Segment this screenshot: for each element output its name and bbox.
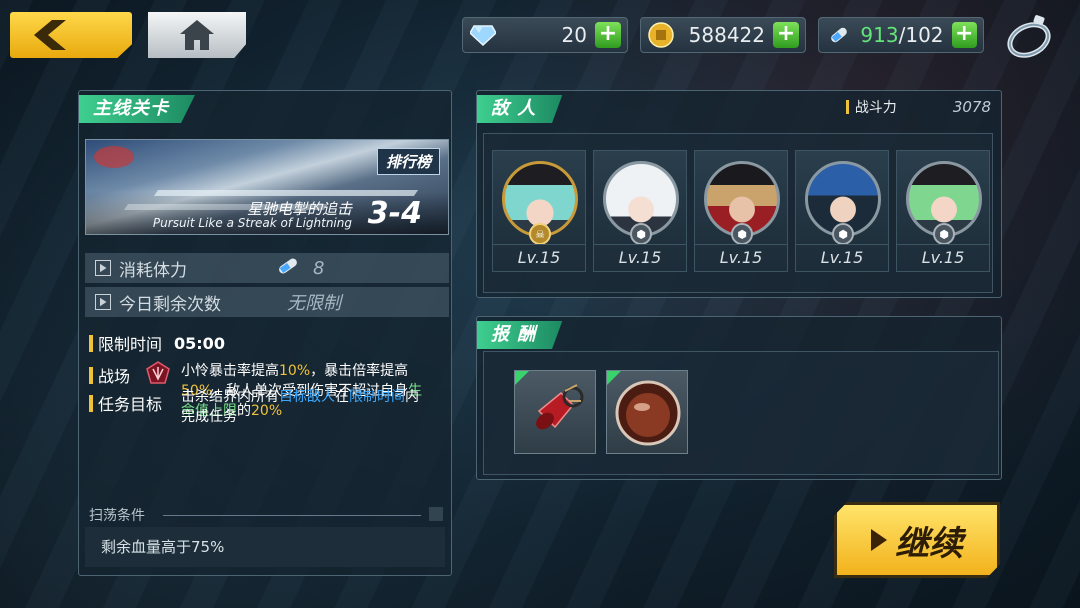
stage-panel-title: 主线关卡 (79, 95, 195, 123)
enemy-level: Lv.15 (921, 248, 965, 267)
battlefield-row: 战场 (89, 361, 170, 389)
leaderboard-button[interactable]: 排行榜 (376, 148, 440, 175)
enemy-card[interactable]: ⬢ Lv.15 (593, 150, 687, 272)
battlefield-emblem-icon (146, 361, 170, 389)
ring-menu-button[interactable] (1004, 12, 1054, 60)
enemy-card[interactable]: ⬢ Lv.15 (795, 150, 889, 272)
stage-name-en: Pursuit Like a Streak of Lightning (152, 216, 352, 230)
boss-skull-icon: ☠ (529, 223, 551, 245)
remaining-attempts-row: 今日剩余次数 无限制 (85, 287, 449, 317)
continue-button[interactable]: 继续 (834, 502, 1000, 578)
home-button[interactable] (148, 12, 246, 58)
orb-item-icon (615, 380, 681, 446)
stage-info-panel: 主线关卡 排行榜 星驰电掣的追击 Pursuit Like a Streak o… (78, 90, 452, 576)
enemy-level: Lv.15 (618, 248, 662, 267)
reward-item[interactable] (514, 370, 596, 454)
time-limit-value: 05:00 (174, 333, 225, 353)
sweep-condition-label: 扫荡条件 (89, 508, 145, 524)
coin-icon (647, 21, 675, 49)
rank-badge-icon: ⬢ (832, 223, 854, 245)
continue-label: 继续 (895, 523, 963, 564)
home-icon (180, 20, 214, 50)
combat-power-label: 战斗力 (854, 100, 897, 116)
reward-panel-title: 报 酬 (477, 321, 563, 349)
flag-emblem (94, 146, 134, 168)
back-button[interactable] (10, 12, 132, 58)
rank-badge-icon: ⬢ (630, 223, 652, 245)
ring-icon (1007, 15, 1051, 58)
arrow-right-icon (95, 294, 111, 310)
add-gems-button[interactable]: + (595, 22, 621, 48)
stamina-vial-icon (825, 21, 852, 49)
sweep-toggle[interactable] (429, 507, 443, 521)
gem-counter: 20 + (462, 17, 628, 53)
stamina-current: 913 (860, 23, 899, 47)
rank-badge-icon: ⬢ (731, 223, 753, 245)
combat-power-value: 3078 (952, 98, 991, 116)
reward-panel: 报 酬 (476, 316, 1002, 480)
stamina-counter: 913/102 + (818, 17, 984, 53)
arrow-right-icon (95, 260, 111, 276)
stamina-max: /102 (898, 23, 944, 47)
bell-item-icon (536, 384, 584, 430)
enemy-list: ☠ Lv.15 ⬢ Lv.15 ⬢ Lv.15 ⬢ Lv.15 ⬢ Lv.15 (483, 133, 993, 293)
remaining-attempts-label: 今日剩余次数 (119, 294, 221, 315)
enemy-card[interactable]: ☠ Lv.15 (492, 150, 586, 272)
enemy-level: Lv.15 (820, 248, 864, 267)
add-stamina-button[interactable]: + (951, 22, 977, 48)
stamina-vial-icon (275, 255, 301, 282)
gem-icon (469, 21, 497, 49)
divider (163, 515, 421, 516)
time-limit-row: 限制时间 05:00 (89, 331, 225, 355)
reward-list (483, 351, 999, 475)
enemy-panel-title: 敌 人 (477, 95, 563, 123)
coin-counter: 588422 + (640, 17, 806, 53)
enemy-level: Lv.15 (517, 248, 561, 267)
enemy-card[interactable]: ⬢ Lv.15 (896, 150, 990, 272)
mission-goal-label: 任务目标 (98, 395, 163, 414)
stamina-cost-row: 消耗体力 8 (85, 253, 449, 283)
time-limit-label: 限制时间 (98, 335, 163, 354)
sweep-condition-value: 剩余血量高于75% (85, 527, 445, 567)
gem-value: 20 (561, 23, 587, 47)
enemy-panel: 敌 人 战斗力 3078 ☠ Lv.15 ⬢ Lv.15 ⬢ Lv.15 ⬢ L… (476, 90, 1002, 298)
stamina-cost-value: 8 (313, 257, 325, 279)
combat-power: 战斗力 3078 (845, 97, 991, 117)
enemy-level: Lv.15 (719, 248, 763, 267)
add-coins-button[interactable]: + (773, 22, 799, 48)
mission-goal-description: 击杀结界内所有目标敌人在限制时间内完成任务 (181, 389, 419, 425)
reward-item[interactable] (606, 370, 688, 454)
rank-badge-icon: ⬢ (933, 223, 955, 245)
chevron-left-icon (34, 20, 66, 50)
battlefield-label: 战场 (98, 367, 131, 386)
remaining-attempts-value: 无限制 (287, 293, 341, 314)
stage-number: 3-4 (367, 196, 422, 231)
coin-value: 588422 (688, 23, 765, 47)
stage-banner: 排行榜 星驰电掣的追击 Pursuit Like a Streak of Lig… (85, 139, 449, 235)
enemy-card[interactable]: ⬢ Lv.15 (694, 150, 788, 272)
play-icon (871, 529, 887, 551)
stamina-cost-label: 消耗体力 (119, 260, 187, 281)
mission-goal-row: 任务目标 (89, 391, 162, 415)
